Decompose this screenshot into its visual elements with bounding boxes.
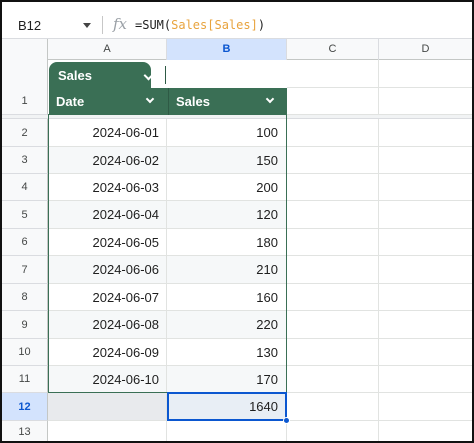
cell[interactable]: [48, 421, 167, 441]
formula-bar: B12 fx =SUM(Sales[Sales]): [2, 10, 472, 40]
formula-reference: Sales[Sales]: [171, 18, 258, 32]
column-header-row: A B C D: [2, 38, 472, 61]
date-cell[interactable]: 2024-06-10: [48, 366, 167, 393]
cell[interactable]: [287, 256, 379, 284]
column-header-b[interactable]: B: [167, 39, 287, 60]
cell[interactable]: [379, 174, 472, 201]
name-box-dropdown-icon[interactable]: [83, 23, 91, 28]
sales-cell[interactable]: 160: [167, 284, 287, 311]
row-header[interactable]: 7: [2, 256, 48, 284]
row-header-blank: [2, 60, 48, 88]
row-header-12[interactable]: 12: [2, 393, 48, 421]
cell[interactable]: [287, 339, 379, 366]
cell[interactable]: [379, 393, 472, 421]
cell[interactable]: [287, 421, 379, 441]
row-header[interactable]: 6: [2, 229, 48, 256]
cell[interactable]: [287, 393, 379, 421]
formula-divider: [102, 16, 103, 34]
table-name: Sales: [58, 68, 92, 83]
date-cell[interactable]: 2024-06-03: [48, 174, 167, 201]
cell[interactable]: [167, 421, 287, 441]
date-cell[interactable]: 2024-06-09: [48, 339, 167, 366]
tab-divider: [165, 66, 166, 84]
cell[interactable]: [379, 60, 472, 88]
cell[interactable]: [287, 60, 379, 88]
cell[interactable]: [287, 174, 379, 201]
sales-cell[interactable]: 210: [167, 256, 287, 284]
formula-suffix: ): [257, 18, 266, 32]
cell[interactable]: [287, 311, 379, 339]
date-cell[interactable]: 2024-06-04: [48, 201, 167, 229]
sales-cell[interactable]: 100: [167, 119, 287, 147]
table-header-row: Date Sales: [49, 88, 287, 115]
total-row-empty-cell[interactable]: [48, 393, 167, 421]
cell[interactable]: [287, 229, 379, 256]
column-header-d[interactable]: D: [379, 39, 472, 60]
name-box[interactable]: B12: [18, 18, 41, 33]
spreadsheet-window: B12 fx =SUM(Sales[Sales]) A B C D 1 2 3 …: [0, 0, 474, 443]
column-header-a[interactable]: A: [48, 39, 167, 60]
date-cell[interactable]: 2024-06-05: [48, 229, 167, 256]
cell[interactable]: [287, 119, 379, 147]
formula-input[interactable]: =SUM(Sales[Sales]): [135, 18, 265, 32]
sales-cell[interactable]: 130: [167, 339, 287, 366]
row-header[interactable]: 11: [2, 366, 48, 393]
fill-handle[interactable]: [283, 417, 290, 424]
cell[interactable]: [379, 256, 472, 284]
cell[interactable]: [287, 88, 379, 115]
sales-cell[interactable]: 120: [167, 201, 287, 229]
sales-cell[interactable]: 220: [167, 311, 287, 339]
calculator-icon[interactable]: [173, 67, 189, 83]
cell[interactable]: [379, 311, 472, 339]
cell[interactable]: [379, 119, 472, 147]
row-header[interactable]: 8: [2, 284, 48, 311]
cell[interactable]: [379, 88, 472, 115]
row-header-1[interactable]: 1: [2, 88, 48, 115]
cell[interactable]: [379, 284, 472, 311]
cell[interactable]: [379, 229, 472, 256]
table-name-tab[interactable]: Sales: [49, 62, 189, 88]
cell[interactable]: [287, 201, 379, 229]
row-header[interactable]: 9: [2, 311, 48, 339]
formula-prefix: =SUM(: [135, 18, 172, 32]
cell[interactable]: [379, 421, 472, 441]
sales-cell[interactable]: 180: [167, 229, 287, 256]
date-cell[interactable]: 2024-06-02: [48, 147, 167, 174]
header-label: Date: [56, 94, 85, 109]
sales-cell[interactable]: 200: [167, 174, 287, 201]
total-sales-cell[interactable]: 1640: [167, 393, 287, 421]
row-header[interactable]: 4: [2, 174, 48, 201]
cell[interactable]: [287, 284, 379, 311]
cell[interactable]: [287, 147, 379, 174]
row-header[interactable]: 10: [2, 339, 48, 366]
cell[interactable]: [379, 147, 472, 174]
date-cell[interactable]: 2024-06-06: [48, 256, 167, 284]
select-all-corner[interactable]: [2, 39, 48, 61]
date-cell[interactable]: 2024-06-07: [48, 284, 167, 311]
date-cell[interactable]: 2024-06-08: [48, 311, 167, 339]
row-header[interactable]: 3: [2, 147, 48, 174]
date-cell[interactable]: 2024-06-01: [48, 119, 167, 147]
header-label: Sales: [176, 94, 210, 109]
column-header-c[interactable]: C: [287, 39, 379, 60]
row-header-13[interactable]: 13: [2, 421, 48, 441]
cell[interactable]: [379, 366, 472, 393]
row-header[interactable]: 2: [2, 119, 48, 147]
cell[interactable]: [287, 366, 379, 393]
cell[interactable]: [379, 201, 472, 229]
sales-cell[interactable]: 150: [167, 147, 287, 174]
row-header[interactable]: 5: [2, 201, 48, 229]
sales-cell[interactable]: 170: [167, 366, 287, 393]
cell[interactable]: [379, 339, 472, 366]
fx-icon: fx: [113, 15, 128, 33]
